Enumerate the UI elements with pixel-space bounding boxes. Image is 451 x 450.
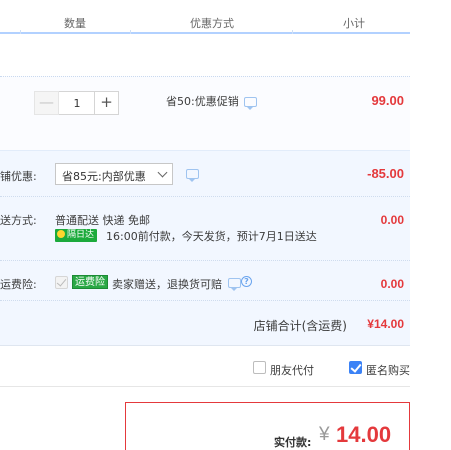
header-divider [292, 30, 293, 34]
clock-icon [57, 230, 65, 238]
shipping-label: 送方式: [0, 214, 37, 227]
plus-icon: + [100, 93, 113, 111]
shipping-insurance-row: 运费险: 运费险 卖家赠送，退换货可赔 ? 0.00 [0, 261, 410, 301]
payment-label: 实付款: [274, 436, 312, 449]
header-divider [130, 30, 131, 34]
chevron-down-icon [157, 167, 168, 178]
insurance-checkbox [55, 276, 68, 289]
friend-pay-label[interactable]: 朋友代付 [270, 362, 314, 378]
currency-symbol: ¥ [319, 424, 330, 445]
next-day-badge: 隔日达 [55, 229, 98, 242]
table-header: 数量 优惠方式 小计 [0, 0, 410, 34]
store-total-label: 店铺合计(含运费) [253, 319, 347, 333]
store-discount-label: 铺优惠: [0, 170, 37, 183]
insurance-text: 卖家赠送，退换货可赔 [112, 278, 222, 291]
delivery-note: 16:00前付款，今天发货，预计7月1日送达 [106, 230, 317, 243]
payment-summary: 实付款: ¥ 14.00 [125, 402, 410, 450]
store-discount-select[interactable]: 省85元:内部优惠 [55, 163, 173, 185]
store-discount-amount: -85.00 [367, 166, 404, 181]
increase-quantity-button[interactable]: + [94, 91, 119, 115]
chat-icon[interactable] [228, 278, 241, 291]
chat-icon[interactable] [244, 97, 257, 110]
store-discount-selected: 省85元:内部优惠 [62, 170, 146, 183]
item-subtotal: 99.00 [371, 93, 404, 108]
shipping-row: 送方式: 普通配送 快递 免邮 隔日达 16:00前付款，今天发货，预计7月1日… [0, 197, 410, 261]
insurance-fee: 0.00 [380, 277, 404, 291]
promo-text: 省50:优惠促销 [166, 95, 239, 108]
shipping-fee: 0.00 [380, 213, 404, 227]
friend-pay-checkbox[interactable] [253, 361, 266, 374]
payment-amount: 14.00 [336, 422, 392, 447]
column-header-quantity: 数量 [64, 17, 86, 30]
minus-icon: — [39, 93, 54, 111]
column-header-subtotal: 小计 [343, 17, 365, 30]
store-summary: 铺优惠: 省85元:内部优惠 -85.00 送方式: 普通配送 快递 免邮 隔日… [0, 150, 410, 345]
store-total: ¥14.00 [367, 317, 404, 331]
insurance-label: 运费险: [0, 278, 37, 291]
quantity-input[interactable] [59, 91, 95, 115]
chat-icon[interactable] [186, 169, 199, 182]
shipping-method: 普通配送 快递 免邮 [55, 214, 150, 227]
decrease-quantity-button[interactable]: — [34, 91, 59, 115]
column-header-discount: 优惠方式 [190, 17, 234, 30]
help-icon[interactable]: ? [241, 276, 252, 287]
quantity-stepper: — + [34, 91, 119, 115]
insurance-badge: 运费险 [72, 275, 108, 289]
anonymous-label[interactable]: 匿名购买 [366, 362, 410, 378]
order-options: 朋友代付 匿名购买 [0, 345, 410, 387]
next-day-badge-label: 隔日达 [67, 230, 95, 240]
store-discount-row: 铺优惠: 省85元:内部优惠 -85.00 [0, 151, 410, 197]
anonymous-checkbox[interactable] [349, 361, 362, 374]
order-item-row: — + 省50:优惠促销 99.00 [0, 76, 410, 150]
store-total-row: 店铺合计(含运费) ¥14.00 [0, 301, 410, 346]
header-divider [20, 30, 21, 34]
